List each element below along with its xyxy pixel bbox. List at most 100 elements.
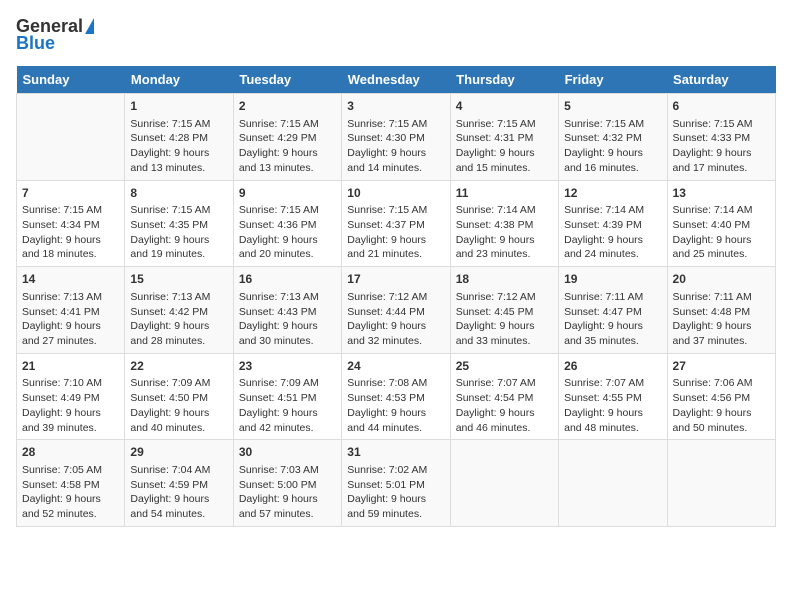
logo-blue-text: Blue — [16, 33, 55, 54]
calendar-table: SundayMondayTuesdayWednesdayThursdayFrid… — [16, 66, 776, 527]
day-info: Sunrise: 7:11 AMSunset: 4:48 PMDaylight:… — [673, 290, 770, 349]
day-info: Sunrise: 7:15 AMSunset: 4:36 PMDaylight:… — [239, 203, 336, 262]
day-cell: 11Sunrise: 7:14 AMSunset: 4:38 PMDayligh… — [450, 180, 558, 267]
day-number: 7 — [22, 185, 119, 202]
day-cell: 18Sunrise: 7:12 AMSunset: 4:45 PMDayligh… — [450, 267, 558, 354]
day-cell — [559, 440, 667, 527]
week-row-1: 1 Sunrise: 7:15 AMSunset: 4:28 PMDaylight… — [17, 94, 776, 181]
week-row-4: 21Sunrise: 7:10 AMSunset: 4:49 PMDayligh… — [17, 353, 776, 440]
header-row: SundayMondayTuesdayWednesdayThursdayFrid… — [17, 66, 776, 94]
week-row-3: 14 Sunrise: 7:13 AMSunset: 4:41 PMDayligh… — [17, 267, 776, 354]
day-cell — [17, 94, 125, 181]
day-number: 8 — [130, 185, 227, 202]
day-cell: 21Sunrise: 7:10 AMSunset: 4:49 PMDayligh… — [17, 353, 125, 440]
day-cell: 29 Sunrise: 7:04 AMSunset: 4:59 PMDayligh… — [125, 440, 233, 527]
logo: General Blue — [16, 16, 94, 54]
day-number: 10 — [347, 185, 444, 202]
day-info: Sunrise: 7:15 AMSunset: 4:29 PMDaylight:… — [239, 117, 336, 176]
day-cell — [667, 440, 775, 527]
day-number: 21 — [22, 358, 119, 375]
day-info: Sunrise: 7:15 AMSunset: 4:33 PMDaylight:… — [673, 117, 770, 176]
day-info: Sunrise: 7:09 AMSunset: 4:51 PMDaylight:… — [239, 376, 336, 435]
day-cell: 27Sunrise: 7:06 AMSunset: 4:56 PMDayligh… — [667, 353, 775, 440]
day-cell: 19Sunrise: 7:11 AMSunset: 4:47 PMDayligh… — [559, 267, 667, 354]
day-cell: 8Sunrise: 7:15 AMSunset: 4:35 PMDaylight… — [125, 180, 233, 267]
day-cell: 26Sunrise: 7:07 AMSunset: 4:55 PMDayligh… — [559, 353, 667, 440]
day-info: Sunrise: 7:10 AMSunset: 4:49 PMDaylight:… — [22, 376, 119, 435]
day-info: Sunrise: 7:14 AMSunset: 4:38 PMDaylight:… — [456, 203, 553, 262]
logo-triangle-icon — [85, 18, 94, 34]
day-number: 28 — [22, 444, 119, 461]
day-info: Sunrise: 7:08 AMSunset: 4:53 PMDaylight:… — [347, 376, 444, 435]
day-info: Sunrise: 7:15 AMSunset: 4:28 PMDaylight:… — [130, 117, 227, 176]
day-cell: 28 Sunrise: 7:05 AMSunset: 4:58 PMDayligh… — [17, 440, 125, 527]
day-number: 27 — [673, 358, 770, 375]
week-row-5: 28 Sunrise: 7:05 AMSunset: 4:58 PMDayligh… — [17, 440, 776, 527]
day-info: Sunrise: 7:07 AMSunset: 4:54 PMDaylight:… — [456, 376, 553, 435]
day-number: 20 — [673, 271, 770, 288]
day-cell: 13Sunrise: 7:14 AMSunset: 4:40 PMDayligh… — [667, 180, 775, 267]
day-number: 2 — [239, 98, 336, 115]
day-cell: 14 Sunrise: 7:13 AMSunset: 4:41 PMDayligh… — [17, 267, 125, 354]
header: General Blue — [16, 16, 776, 54]
day-number: 15 — [130, 271, 227, 288]
day-info: Sunrise: 7:02 AMSunset: 5:01 PMDaylight:… — [347, 463, 444, 522]
day-cell: 4 Sunrise: 7:15 AMSunset: 4:31 PMDaylight… — [450, 94, 558, 181]
day-number: 9 — [239, 185, 336, 202]
day-number: 24 — [347, 358, 444, 375]
day-number: 23 — [239, 358, 336, 375]
day-info: Sunrise: 7:06 AMSunset: 4:56 PMDaylight:… — [673, 376, 770, 435]
day-cell: 16 Sunrise: 7:13 AMSunset: 4:43 PMDayligh… — [233, 267, 341, 354]
day-number: 31 — [347, 444, 444, 461]
day-number: 13 — [673, 185, 770, 202]
col-header-friday: Friday — [559, 66, 667, 94]
day-cell: 15 Sunrise: 7:13 AMSunset: 4:42 PMDayligh… — [125, 267, 233, 354]
day-cell: 5 Sunrise: 7:15 AMSunset: 4:32 PMDaylight… — [559, 94, 667, 181]
day-number: 4 — [456, 98, 553, 115]
day-info: Sunrise: 7:15 AMSunset: 4:37 PMDaylight:… — [347, 203, 444, 262]
day-number: 29 — [130, 444, 227, 461]
day-number: 17 — [347, 271, 444, 288]
day-info: Sunrise: 7:03 AMSunset: 5:00 PMDaylight:… — [239, 463, 336, 522]
day-info: Sunrise: 7:05 AMSunset: 4:58 PMDaylight:… — [22, 463, 119, 522]
day-info: Sunrise: 7:13 AMSunset: 4:41 PMDaylight:… — [22, 290, 119, 349]
day-cell: 24Sunrise: 7:08 AMSunset: 4:53 PMDayligh… — [342, 353, 450, 440]
col-header-thursday: Thursday — [450, 66, 558, 94]
day-info: Sunrise: 7:15 AMSunset: 4:35 PMDaylight:… — [130, 203, 227, 262]
day-cell: 20 Sunrise: 7:11 AMSunset: 4:48 PMDayligh… — [667, 267, 775, 354]
day-cell: 25Sunrise: 7:07 AMSunset: 4:54 PMDayligh… — [450, 353, 558, 440]
day-info: Sunrise: 7:13 AMSunset: 4:42 PMDaylight:… — [130, 290, 227, 349]
day-number: 25 — [456, 358, 553, 375]
day-number: 26 — [564, 358, 661, 375]
day-cell: 1 Sunrise: 7:15 AMSunset: 4:28 PMDaylight… — [125, 94, 233, 181]
day-cell: 22Sunrise: 7:09 AMSunset: 4:50 PMDayligh… — [125, 353, 233, 440]
day-number: 5 — [564, 98, 661, 115]
day-cell: 3 Sunrise: 7:15 AMSunset: 4:30 PMDaylight… — [342, 94, 450, 181]
day-cell: 7Sunrise: 7:15 AMSunset: 4:34 PMDaylight… — [17, 180, 125, 267]
day-info: Sunrise: 7:09 AMSunset: 4:50 PMDaylight:… — [130, 376, 227, 435]
day-number: 1 — [130, 98, 227, 115]
day-number: 14 — [22, 271, 119, 288]
day-number: 19 — [564, 271, 661, 288]
col-header-wednesday: Wednesday — [342, 66, 450, 94]
col-header-monday: Monday — [125, 66, 233, 94]
day-number: 3 — [347, 98, 444, 115]
day-info: Sunrise: 7:12 AMSunset: 4:45 PMDaylight:… — [456, 290, 553, 349]
day-cell: 31 Sunrise: 7:02 AMSunset: 5:01 PMDayligh… — [342, 440, 450, 527]
day-info: Sunrise: 7:15 AMSunset: 4:32 PMDaylight:… — [564, 117, 661, 176]
day-number: 16 — [239, 271, 336, 288]
day-number: 11 — [456, 185, 553, 202]
day-info: Sunrise: 7:15 AMSunset: 4:34 PMDaylight:… — [22, 203, 119, 262]
day-info: Sunrise: 7:13 AMSunset: 4:43 PMDaylight:… — [239, 290, 336, 349]
day-cell: 9Sunrise: 7:15 AMSunset: 4:36 PMDaylight… — [233, 180, 341, 267]
day-cell: 6 Sunrise: 7:15 AMSunset: 4:33 PMDaylight… — [667, 94, 775, 181]
day-info: Sunrise: 7:15 AMSunset: 4:31 PMDaylight:… — [456, 117, 553, 176]
day-info: Sunrise: 7:14 AMSunset: 4:40 PMDaylight:… — [673, 203, 770, 262]
day-info: Sunrise: 7:04 AMSunset: 4:59 PMDaylight:… — [130, 463, 227, 522]
day-cell — [450, 440, 558, 527]
day-number: 6 — [673, 98, 770, 115]
day-cell: 12Sunrise: 7:14 AMSunset: 4:39 PMDayligh… — [559, 180, 667, 267]
day-info: Sunrise: 7:15 AMSunset: 4:30 PMDaylight:… — [347, 117, 444, 176]
week-row-2: 7Sunrise: 7:15 AMSunset: 4:34 PMDaylight… — [17, 180, 776, 267]
col-header-tuesday: Tuesday — [233, 66, 341, 94]
